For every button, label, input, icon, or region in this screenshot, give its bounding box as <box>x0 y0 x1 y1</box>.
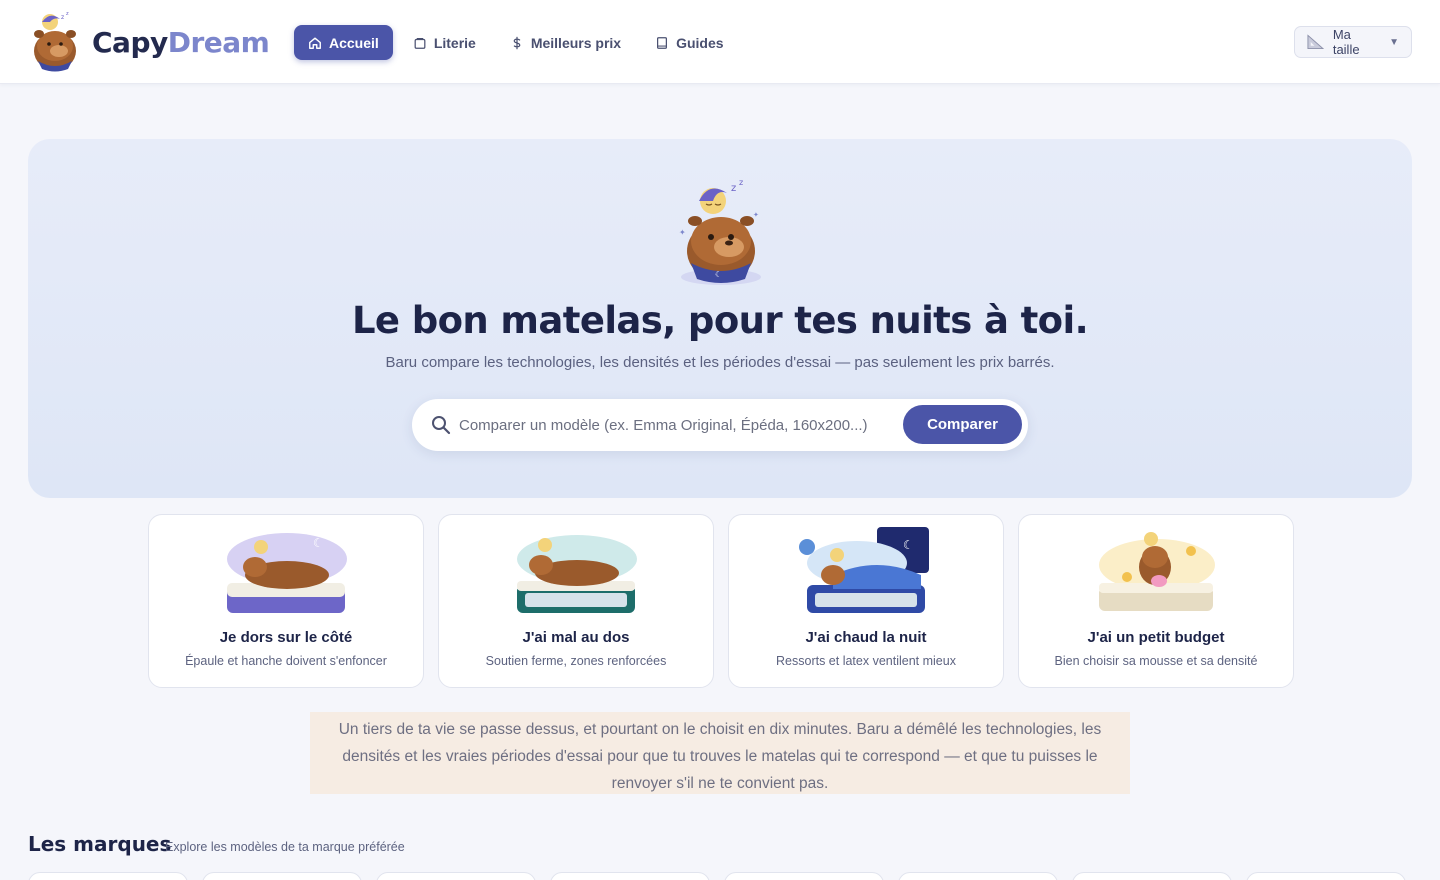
sleeper-profile-cards: ☾ Je dors sur le côté Épaule et hanche d… <box>148 514 1294 688</box>
ruler-triangle-icon <box>1307 34 1324 50</box>
profile-card-title: J'ai mal au dos <box>522 629 630 646</box>
size-selector-button[interactable]: Ma taille ▼ <box>1294 26 1412 58</box>
brand-logo-link[interactable]: z z CapyDream <box>28 11 270 73</box>
brand-tile[interactable] <box>28 872 188 880</box>
brands-section-title: Les marques <box>28 832 172 856</box>
svg-text:z: z <box>66 11 69 17</box>
profile-card-small-budget[interactable]: J'ai un petit budget Bien choisir sa mou… <box>1018 514 1294 688</box>
brand-tile[interactable] <box>202 872 362 880</box>
profile-card-title: Je dors sur le côté <box>219 629 353 646</box>
nav-item-accueil[interactable]: Accueil <box>294 25 393 60</box>
nav-item-label: Guides <box>676 34 724 51</box>
sleeping-capybara-icon: ☾ z z ✦ ✦ <box>679 178 761 285</box>
svg-text:☾: ☾ <box>903 538 914 552</box>
search-icon <box>432 416 451 435</box>
svg-text:✦: ✦ <box>679 228 686 237</box>
dollar-icon <box>513 36 521 49</box>
size-selector-label: Ma taille <box>1332 27 1360 57</box>
brand-tile[interactable] <box>898 872 1058 880</box>
svg-text:z: z <box>61 14 64 21</box>
profile-card-hot-sleeper[interactable]: ☾ J'ai chaud la nuit Ressorts et latex v… <box>728 514 1004 688</box>
nav-item-label: Accueil <box>329 34 379 51</box>
intro-paragraph: Un tiers de ta vie se passe dessus, et p… <box>310 712 1130 794</box>
hero-subtitle: Baru compare les technologies, les densi… <box>385 354 1055 371</box>
nav-item-label: Literie <box>433 34 476 51</box>
hero-title: Le bon matelas, pour tes nuits à toi. <box>351 299 1089 342</box>
brand-tile[interactable] <box>1246 872 1406 880</box>
svg-text:z: z <box>739 178 743 187</box>
compare-button[interactable]: Comparer <box>903 405 1022 444</box>
svg-text:☾: ☾ <box>715 270 722 279</box>
hot-sleeper-illustration-icon: ☾ <box>799 527 929 613</box>
nav-item-label: Meilleurs prix <box>530 34 622 51</box>
main-nav: Accueil Literie Meilleurs prix Guides <box>294 25 738 60</box>
profile-card-side-sleeper[interactable]: ☾ Je dors sur le côté Épaule et hanche d… <box>148 514 424 688</box>
profile-card-desc: Ressorts et latex ventilent mieux <box>776 654 956 668</box>
brand-name: CapyDream <box>92 25 270 59</box>
hero-section: ☾ z z ✦ ✦ Le bon matelas, pour tes nuits… <box>28 139 1412 498</box>
profile-card-desc: Soutien ferme, zones renforcées <box>485 654 667 668</box>
nav-item-literie[interactable]: Literie <box>399 25 490 60</box>
back-pain-illustration-icon <box>517 535 637 613</box>
side-sleeper-illustration-icon: ☾ <box>227 533 347 613</box>
search-bar: Comparer <box>412 399 1028 451</box>
profile-card-desc: Bien choisir sa mousse et sa densité <box>1054 654 1258 668</box>
brand-tile[interactable] <box>1072 872 1232 880</box>
nav-item-meilleurs-prix[interactable]: Meilleurs prix <box>496 25 635 60</box>
search-input[interactable] <box>459 416 899 434</box>
brand-name-part1: Capy <box>92 25 168 59</box>
top-header: z z CapyDream Accueil Literie Meilleurs … <box>0 0 1440 84</box>
brand-name-part2: Dream <box>167 25 270 59</box>
nav-item-guides[interactable]: Guides <box>641 25 737 60</box>
brand-tile[interactable] <box>376 872 536 880</box>
profile-card-back-pain[interactable]: J'ai mal au dos Soutien ferme, zones ren… <box>438 514 714 688</box>
svg-text:✦: ✦ <box>753 211 759 219</box>
profile-card-title: J'ai chaud la nuit <box>805 629 927 646</box>
home-icon <box>309 36 321 49</box>
capybara-mascot-logo: z z <box>34 11 76 72</box>
chevron-down-icon: ▼ <box>1389 36 1399 48</box>
profile-card-desc: Épaule et hanche doivent s'enfoncer <box>185 654 387 668</box>
brand-tile[interactable] <box>550 872 710 880</box>
brand-tile[interactable] <box>724 872 884 880</box>
brand-tiles-row <box>28 872 1406 880</box>
book-icon <box>657 36 668 49</box>
svg-text:☾: ☾ <box>313 536 324 550</box>
bag-icon <box>414 37 426 49</box>
brands-section-subtitle: Explore les modèles de ta marque préféré… <box>165 840 405 854</box>
svg-text:z: z <box>731 183 736 194</box>
small-budget-illustration-icon <box>1099 532 1215 611</box>
profile-card-title: J'ai un petit budget <box>1087 629 1225 646</box>
